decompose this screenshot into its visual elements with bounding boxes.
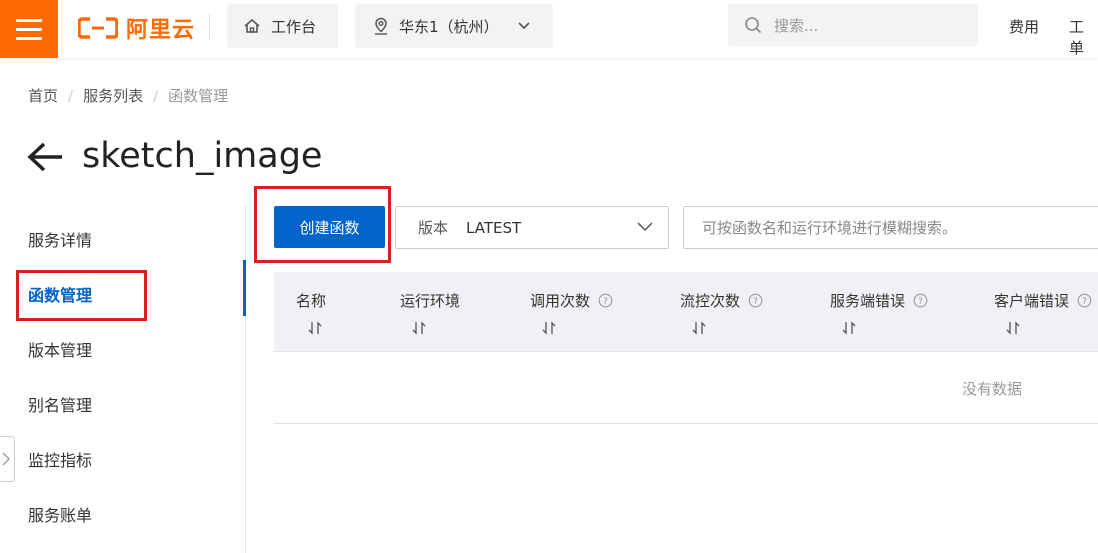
back-arrow-icon[interactable] — [26, 140, 64, 174]
sort-icon[interactable] — [412, 321, 426, 335]
svg-text:?: ? — [603, 297, 608, 307]
annotation-highlight-sidebar — [16, 270, 147, 321]
region-selector[interactable]: 华东1（杭州） — [355, 4, 553, 48]
aliyun-logo-icon — [78, 17, 118, 39]
column-client-errors: 客户端错误 ? — [994, 290, 1092, 335]
sort-icon[interactable] — [1006, 321, 1020, 335]
aliyun-logo[interactable]: 阿里云 — [78, 11, 195, 45]
region-label: 华东1（杭州） — [399, 17, 499, 36]
sort-icon[interactable] — [842, 321, 856, 335]
breadcrumb-current: 函数管理 — [168, 87, 229, 105]
top-navigation-bar: 阿里云 工作台 华东1（杭州） 搜索... 费用 工单 — [0, 0, 1098, 58]
search-placeholder: 搜索... — [774, 16, 819, 35]
function-search-input[interactable]: 可按函数名和运行环境进行模糊搜索。 — [683, 206, 1098, 249]
sort-icon[interactable] — [308, 321, 322, 335]
column-label: 调用次数 — [530, 292, 591, 310]
create-function-button[interactable]: 创建函数 — [274, 206, 385, 248]
sidebar-collapse-toggle[interactable] — [0, 436, 15, 482]
function-search-placeholder: 可按函数名和运行环境进行模糊搜索。 — [702, 219, 958, 237]
column-throttles: 流控次数 ? — [680, 290, 763, 335]
help-icon[interactable]: ? — [1077, 293, 1092, 308]
column-name: 名称 — [296, 290, 326, 335]
sort-icon[interactable] — [692, 321, 706, 335]
column-label: 名称 — [296, 292, 327, 310]
divider — [209, 14, 210, 38]
column-label: 客户端错误 — [994, 292, 1070, 310]
sidebar — [0, 205, 246, 553]
sidebar-item-billing[interactable]: 服务账单 — [28, 502, 92, 526]
workbench-button[interactable]: 工作台 — [227, 4, 338, 48]
workbench-label: 工作台 — [271, 17, 317, 36]
column-label: 服务端错误 — [830, 292, 906, 310]
column-server-errors: 服务端错误 ? — [830, 290, 928, 335]
brand-name: 阿里云 — [126, 18, 196, 43]
sidebar-item-version-management[interactable]: 版本管理 — [28, 337, 92, 361]
breadcrumb-home[interactable]: 首页 — [28, 85, 58, 106]
svg-text:?: ? — [918, 297, 923, 307]
version-select-value: LATEST — [466, 218, 522, 237]
sidebar-item-monitoring[interactable]: 监控指标 — [28, 447, 92, 471]
version-select-label: 版本 — [418, 219, 449, 237]
breadcrumb-service-list[interactable]: 服务列表 — [83, 85, 143, 106]
column-runtime: 运行环境 — [400, 290, 460, 335]
chevron-down-icon — [517, 22, 530, 30]
help-icon[interactable]: ? — [913, 293, 928, 308]
column-label: 运行环境 — [400, 292, 461, 310]
search-icon — [745, 17, 762, 34]
menu-icon[interactable] — [0, 0, 58, 58]
nav-billing-link[interactable]: 费用 — [1009, 16, 1039, 37]
chevron-down-icon — [637, 222, 653, 232]
breadcrumb-separator: / — [153, 86, 159, 105]
nav-ticket-link[interactable]: 工单 — [1069, 16, 1098, 58]
svg-text:?: ? — [1082, 297, 1087, 307]
version-select[interactable]: 版本 LATEST — [395, 206, 669, 249]
home-icon — [244, 18, 260, 33]
column-label: 流控次数 — [680, 292, 741, 310]
help-icon[interactable]: ? — [598, 293, 613, 308]
breadcrumb: 首页 / 服务列表 / 函数管理 — [28, 85, 228, 106]
sidebar-item-service-details[interactable]: 服务详情 — [28, 227, 92, 251]
breadcrumb-separator: / — [68, 86, 74, 105]
global-search-input[interactable]: 搜索... — [728, 4, 978, 46]
svg-text:?: ? — [753, 297, 758, 307]
help-icon[interactable]: ? — [748, 293, 763, 308]
page-title: sketch_image — [82, 136, 323, 176]
location-pin-icon — [375, 17, 387, 35]
sort-icon[interactable] — [542, 321, 556, 335]
chevron-right-icon — [2, 452, 10, 466]
active-indicator — [243, 260, 246, 316]
column-invocations: 调用次数 ? — [530, 290, 613, 335]
sidebar-item-alias-management[interactable]: 别名管理 — [28, 392, 92, 416]
empty-state-text: 没有数据 — [962, 380, 1023, 398]
table-header: 名称 运行环境 调用次数 ? 流控次数 ? 服务端错误 ? 客户端错误 ? — [274, 272, 1098, 352]
